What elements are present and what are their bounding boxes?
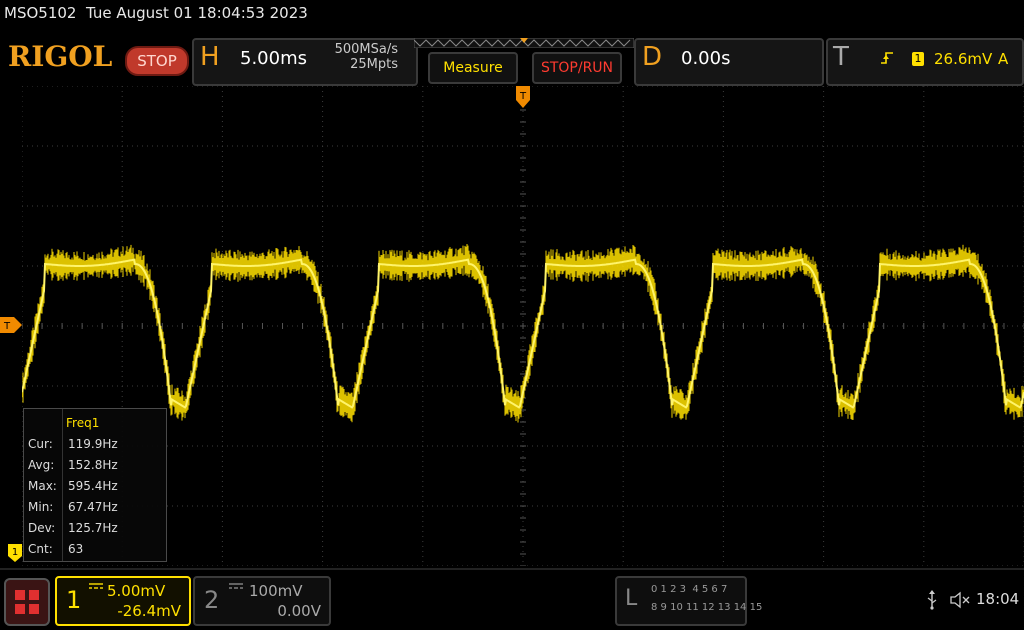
navigation-menu-button[interactable]: [4, 578, 50, 626]
measurement-title: Freq1: [66, 416, 100, 430]
channel1-offset-marker[interactable]: 1: [8, 544, 22, 562]
channel1-scale: 5.00mV: [107, 582, 166, 600]
status-title-line: MSO5102 Tue August 01 18:04:53 2023: [4, 4, 308, 22]
bottom-divider: [0, 568, 1024, 570]
channel2-offset: 0.00V: [277, 602, 321, 620]
measurement-label: Dev:: [28, 521, 56, 535]
run-state-badge[interactable]: STOP: [125, 46, 189, 76]
usb-icon: [927, 590, 937, 610]
trigger-position-marker[interactable]: T: [516, 86, 530, 110]
dc-coupling-icon: [229, 583, 243, 589]
measurement-label: Cur:: [28, 437, 53, 451]
trigger-level-value: 26.6mV: [934, 50, 993, 68]
measurement-value: 125.7Hz: [68, 521, 118, 535]
measurement-value: 119.9Hz: [68, 437, 118, 451]
channel2-number: 2: [204, 586, 220, 614]
measure-button[interactable]: Measure: [428, 52, 518, 84]
grid-menu-icon: [15, 590, 25, 600]
trigger-source-badge: 1: [912, 52, 924, 66]
trigger-level-marker[interactable]: T: [0, 317, 22, 333]
measurement-row: Dev: 125.7Hz: [28, 521, 118, 535]
logic-letter: L: [625, 586, 638, 611]
system-clock: 18:04: [976, 590, 1020, 608]
sample-rate-value: 500MSa/s: [334, 42, 398, 57]
logic-analyzer-panel[interactable]: L 0 1 2 3 4 5 6 7 8 9 10 11 12 13 14 15: [615, 576, 762, 626]
speaker-muted-icon[interactable]: [950, 591, 970, 609]
measurement-value: 63: [68, 542, 84, 556]
channel2-settings[interactable]: 2 100mV 0.00V: [193, 576, 331, 626]
rising-edge-icon: [881, 52, 893, 64]
trigger-panel[interactable]: [826, 38, 1024, 86]
brand-logo: RIGOL: [8, 40, 113, 73]
dc-coupling-icon: [89, 583, 103, 589]
horizontal-letter: H: [200, 42, 220, 72]
stop-run-button[interactable]: STOP/RUN: [532, 52, 622, 84]
measurement-value: 595.4Hz: [68, 479, 118, 493]
logic-channels-row2: 8 9 10 11 12 13 14 15: [651, 602, 763, 613]
channel1-settings[interactable]: 1 5.00mV -26.4mV: [55, 576, 191, 626]
memory-overview-strip: [414, 38, 634, 48]
measurement-label: Min:: [28, 500, 54, 514]
measurement-row: Min: 67.47Hz: [28, 500, 118, 514]
channel1-offset: -26.4mV: [117, 602, 181, 620]
waveform-display[interactable]: [22, 86, 1024, 566]
measurement-row: Cnt: 63: [28, 542, 83, 556]
channel1-number: 1: [66, 586, 82, 614]
delay-value: 0.00s: [681, 48, 731, 69]
measurement-label: Cnt:: [28, 542, 53, 556]
measurement-row: Avg: 152.8Hz: [28, 458, 118, 472]
ch1-marker-label: 1: [12, 547, 18, 558]
level-marker-label: T: [3, 321, 11, 332]
measurement-row: Max: 595.4Hz: [28, 479, 118, 493]
measurement-value: 67.47Hz: [68, 500, 118, 514]
trigger-letter: T: [833, 42, 849, 72]
measurement-label: Avg:: [28, 458, 55, 472]
channel2-scale: 100mV: [249, 582, 303, 600]
measurement-label: Max:: [28, 479, 57, 493]
delay-letter: D: [642, 42, 663, 72]
timebase-value: 5.00ms: [240, 48, 307, 69]
trigger-mode: A: [998, 50, 1009, 68]
trigger-marker-label: T: [519, 91, 527, 102]
measurement-panel[interactable]: Freq1 Cur: 119.9Hz Avg: 152.8Hz Max: 595.4H…: [23, 408, 167, 562]
measurement-value: 152.8Hz: [68, 458, 118, 472]
logic-channels-row1: 0 1 2 3 4 5 6 7: [651, 584, 728, 595]
memory-depth-value: 25Mpts: [350, 57, 398, 72]
measurement-row: Cur: 119.9Hz: [28, 437, 118, 451]
